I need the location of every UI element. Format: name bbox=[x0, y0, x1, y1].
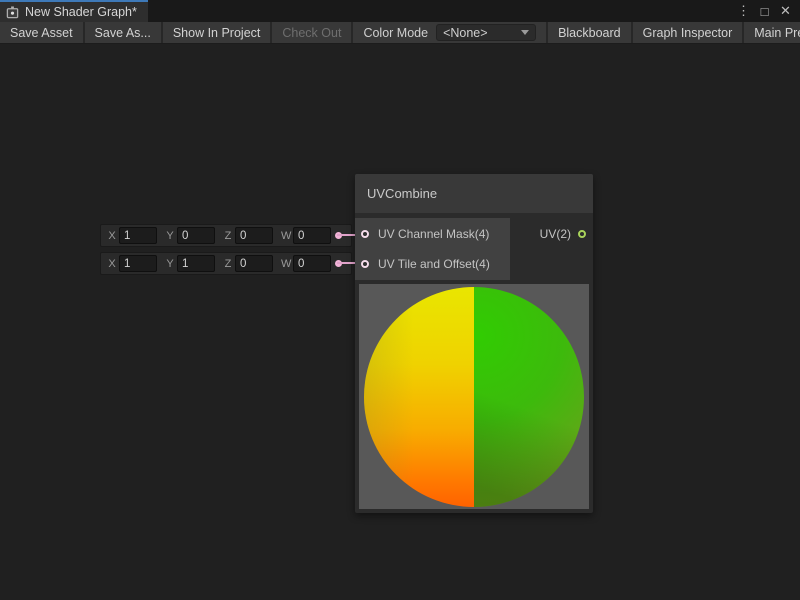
input-port-channel-mask[interactable] bbox=[361, 230, 369, 238]
dropdown-arrow-icon bbox=[521, 30, 529, 35]
title-bar: New Shader Graph* ⋮ □ ✕ bbox=[0, 0, 800, 22]
preview-sphere-right-half bbox=[474, 287, 584, 507]
check-out-button: Check Out bbox=[272, 22, 353, 43]
node-uvcombine[interactable]: UVCombine UV Channel Mask(4) UV Tile and… bbox=[355, 174, 593, 513]
toolbar-right-group: Color Mode <None> Blackboard Graph Inspe… bbox=[353, 22, 800, 43]
graph-canvas[interactable]: X Y Z W X Y Z W bbox=[0, 45, 800, 600]
vector4-input-row-2: X Y Z W bbox=[100, 252, 352, 275]
kebab-menu-icon[interactable]: ⋮ bbox=[735, 2, 752, 20]
vector1-z-field[interactable] bbox=[235, 227, 273, 244]
color-mode-value: <None> bbox=[443, 26, 487, 40]
main-preview-button[interactable]: Main Preview bbox=[744, 22, 800, 43]
w-label: W bbox=[281, 258, 291, 270]
tab-shader-graph[interactable]: New Shader Graph* bbox=[0, 0, 148, 22]
toolbar: Save Asset Save As... Show In Project Ch… bbox=[0, 22, 800, 44]
input-port-row-channel-mask: UV Channel Mask(4) bbox=[355, 219, 510, 249]
input-port-row-tile-offset: UV Tile and Offset(4) bbox=[355, 249, 510, 279]
save-as-button[interactable]: Save As... bbox=[85, 22, 163, 43]
output-port-uv[interactable] bbox=[578, 230, 586, 238]
maximize-icon[interactable]: □ bbox=[756, 2, 773, 20]
vector1-w-field[interactable] bbox=[293, 227, 331, 244]
input-port-label: UV Channel Mask(4) bbox=[378, 227, 489, 241]
graph-inspector-button[interactable]: Graph Inspector bbox=[633, 22, 745, 43]
node-title[interactable]: UVCombine bbox=[355, 174, 593, 213]
output-port-row-uv: UV(2) bbox=[510, 219, 593, 249]
preview-sphere bbox=[364, 287, 584, 507]
vector1-x-field[interactable] bbox=[119, 227, 157, 244]
vector1-y-field[interactable] bbox=[177, 227, 215, 244]
vector2-z-field[interactable] bbox=[235, 255, 273, 272]
window-controls: ⋮ □ ✕ bbox=[735, 0, 800, 22]
color-mode-dropdown[interactable]: <None> bbox=[436, 24, 536, 41]
preview-sphere-left-half bbox=[364, 287, 474, 507]
y-label: Y bbox=[165, 258, 175, 270]
w-label: W bbox=[281, 230, 291, 242]
input-port-tile-offset[interactable] bbox=[361, 260, 369, 268]
node-body: UV Channel Mask(4) UV Tile and Offset(4)… bbox=[355, 218, 593, 280]
z-label: Z bbox=[223, 230, 233, 242]
tab-title: New Shader Graph* bbox=[25, 5, 137, 19]
y-label: Y bbox=[165, 230, 175, 242]
save-asset-button[interactable]: Save Asset bbox=[0, 22, 85, 43]
vector2-w-field[interactable] bbox=[293, 255, 331, 272]
x-label: X bbox=[107, 258, 117, 270]
node-input-section: UV Channel Mask(4) UV Tile and Offset(4) bbox=[355, 218, 510, 280]
vector2-x-field[interactable] bbox=[119, 255, 157, 272]
vector4-input-row-1: X Y Z W bbox=[100, 224, 352, 247]
shader-graph-icon bbox=[6, 6, 19, 19]
x-label: X bbox=[107, 230, 117, 242]
input-port-label: UV Tile and Offset(4) bbox=[378, 257, 490, 271]
show-in-project-button[interactable]: Show In Project bbox=[163, 22, 273, 43]
close-icon[interactable]: ✕ bbox=[777, 2, 794, 20]
vector2-y-field[interactable] bbox=[177, 255, 215, 272]
node-preview bbox=[359, 284, 589, 509]
blackboard-button[interactable]: Blackboard bbox=[546, 22, 633, 43]
color-mode-label: Color Mode bbox=[353, 22, 436, 43]
node-output-section: UV(2) bbox=[510, 218, 593, 280]
output-port-label: UV(2) bbox=[540, 227, 571, 241]
z-label: Z bbox=[223, 258, 233, 270]
